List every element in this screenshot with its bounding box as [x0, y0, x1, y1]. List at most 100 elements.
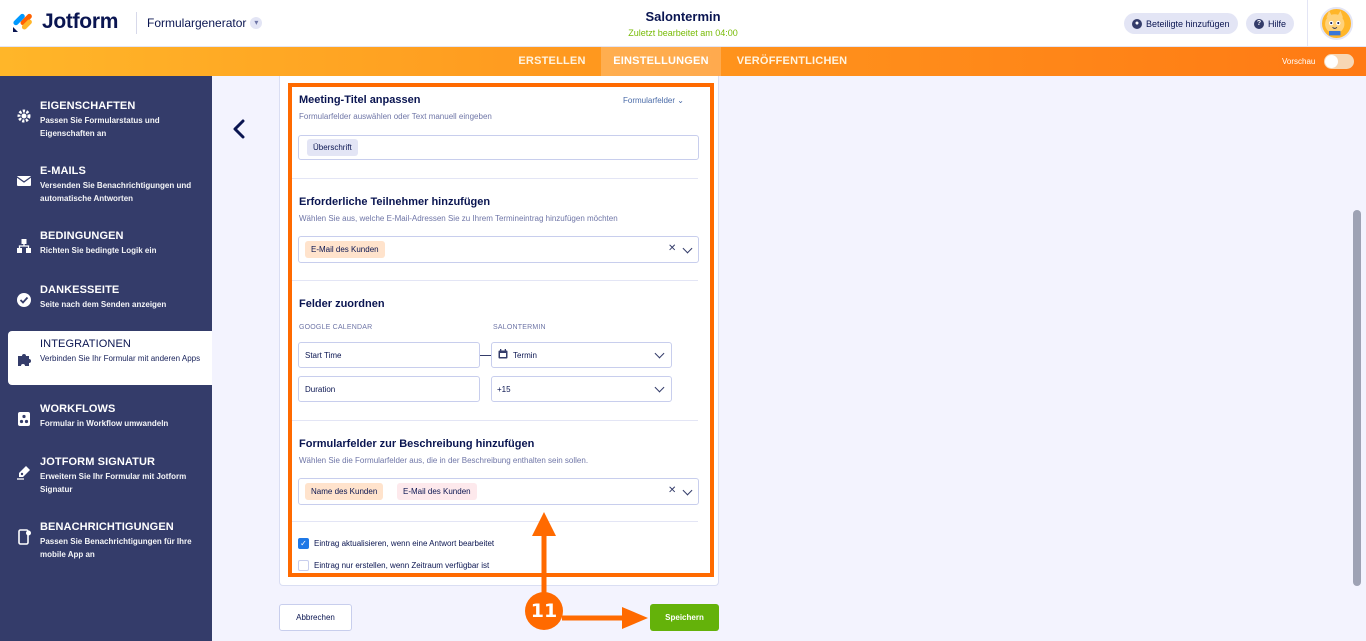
field-chip-customer-email[interactable]: E-Mail des Kunden — [305, 241, 385, 258]
jotform-logo[interactable]: Jotform — [12, 10, 118, 34]
meeting-title-input[interactable] — [298, 135, 699, 160]
settings-sidebar: EIGENSCHAFTEN Passen Sie Formularstatus … — [0, 76, 212, 641]
clear-icon[interactable]: ✕ — [668, 485, 676, 496]
logo-text: Jotform — [42, 10, 119, 33]
invite-collaborators-button[interactable]: ● Beteiligte hinzufügen — [1124, 13, 1238, 34]
user-icon: ● — [1132, 18, 1142, 29]
header-divider-right — [1307, 0, 1308, 47]
description-heading: Formularfelder zur Beschreibung hinzufüg… — [299, 438, 535, 450]
puzzle-icon — [18, 354, 31, 366]
check-circle-icon — [17, 293, 31, 307]
tab-publish[interactable]: VERÖFFENTLICHEN — [727, 47, 857, 76]
sidebar-item-desc: Seite nach dem Senden anzeigen — [40, 300, 167, 309]
section-divider — [291, 521, 698, 522]
form-fields-dropdown[interactable]: Formularfelder ⌄ — [623, 96, 684, 105]
form-field-label: Termin — [513, 351, 538, 360]
sidebar-item-title: EIGENSCHAFTEN — [40, 100, 136, 112]
calendar-field-label: Start Time — [305, 351, 342, 360]
sidebar-item-desc: Verbinden Sie Ihr Formular mit anderen A… — [40, 354, 201, 363]
header-divider — [136, 12, 137, 34]
sidebar-item-notifications[interactable]: BENACHRICHTIGUNGEN Passen Sie Benachrich… — [8, 521, 212, 571]
preview-label: Vorschau — [1282, 57, 1316, 66]
duration-value: +15 — [497, 385, 511, 394]
mapping-connector — [480, 355, 491, 356]
update-entry-label: Eintrag aktualisieren, wenn eine Antwort… — [314, 539, 495, 548]
meeting-title-heading: Meeting-Titel anpassen — [299, 94, 421, 106]
sidebar-item-desc: Versenden Sie Benachrichtigungen und aut… — [40, 181, 192, 203]
last-edited-status: Zuletzt bearbeitet am 04:00 — [628, 28, 738, 38]
update-entry-checkbox[interactable]: ✓ — [298, 538, 309, 549]
only-if-available-checkbox[interactable] — [298, 560, 309, 571]
pen-nib-icon — [17, 466, 30, 480]
app-section-dropdown[interactable]: Formulargenerator ▾ — [147, 16, 263, 30]
tab-settings[interactable]: EINSTELLUNGEN — [601, 47, 721, 76]
attendees-desc: Wählen Sie aus, welche E-Mail-Adressen S… — [299, 214, 618, 223]
arrow-up-icon — [532, 512, 556, 594]
sidebar-item-thank-you[interactable]: DANKESSEITE Seite nach dem Senden anzeig… — [8, 284, 212, 324]
sidebar-item-desc: Passen Sie Formularstatus und Eigenschaf… — [40, 116, 160, 138]
clear-icon[interactable]: ✕ — [668, 243, 676, 254]
section-divider — [291, 178, 698, 179]
sidebar-item-title: WORKFLOWS — [40, 403, 116, 415]
duration-select[interactable] — [491, 376, 672, 402]
sidebar-item-title: BENACHRICHTIGUNGEN — [40, 521, 174, 533]
only-if-available-label: Eintrag nur erstellen, wenn Zeitraum ver… — [314, 561, 490, 570]
step-number-badge: 11 — [525, 592, 563, 630]
field-chip-customer-email[interactable]: E-Mail des Kunden — [397, 483, 477, 500]
sidebar-item-title: INTEGRATIONEN — [40, 338, 131, 350]
toggle-knob — [1325, 55, 1338, 68]
calendar-field-label: Duration — [305, 385, 336, 394]
attendees-heading: Erforderliche Teilnehmer hinzufügen — [299, 196, 491, 208]
sidebar-item-title: JOTFORM SIGNATUR — [40, 456, 156, 468]
envelope-icon — [16, 176, 32, 186]
app-section-label: Formulargenerator — [147, 16, 247, 30]
preview-toggle[interactable] — [1324, 54, 1354, 69]
sidebar-item-desc: Erweitern Sie Ihr Formular mit Jotform S… — [40, 472, 187, 494]
chevron-down-icon: ▾ — [250, 17, 263, 29]
form-title[interactable]: Salontermin — [583, 9, 783, 24]
section-divider — [291, 420, 698, 421]
cancel-button[interactable]: Abbrechen — [279, 604, 352, 631]
mobile-notification-icon — [18, 529, 31, 545]
calendar-icon — [498, 349, 508, 359]
sidebar-item-emails[interactable]: E-MAILS Versenden Sie Benachrichtigungen… — [8, 165, 212, 215]
save-button[interactable]: Speichern — [650, 604, 719, 631]
sidebar-item-integrations[interactable]: INTEGRATIONEN Verbinden Sie Ihr Formular… — [8, 331, 212, 385]
sidebar-item-desc: Richten Sie bedingte Logik ein — [40, 246, 157, 255]
sidebar-item-properties[interactable]: EIGENSCHAFTEN Passen Sie Formularstatus … — [8, 100, 212, 150]
back-arrow-icon[interactable] — [230, 118, 248, 140]
meeting-title-desc: Formularfelder auswählen oder Text manue… — [299, 112, 492, 121]
help-label: Hilfe — [1268, 18, 1287, 29]
form-title-block: Salontermin Zuletzt bearbeitet am 04:00 — [583, 9, 783, 38]
sidebar-item-desc: Formular in Workflow umwandeln — [40, 419, 169, 428]
field-chip-heading[interactable]: Überschrift — [307, 139, 358, 156]
sidebar-item-title: DANKESSEITE — [40, 284, 120, 296]
question-icon: ? — [1254, 18, 1264, 29]
sidebar-item-signature[interactable]: JOTFORM SIGNATUR Erweitern Sie Ihr Formu… — [8, 456, 212, 506]
field-chip-customer-name[interactable]: Name des Kunden — [305, 483, 384, 500]
sidebar-item-title: BEDINGUNGEN — [40, 230, 124, 242]
workflow-icon — [18, 412, 30, 426]
avatar-icon — [1325, 10, 1345, 36]
field-mapping-heading: Felder zuordnen — [299, 298, 385, 310]
mapping-col-form: SALONTERMIN — [493, 324, 546, 331]
scrollbar-thumb[interactable] — [1353, 210, 1361, 586]
section-divider — [291, 280, 698, 281]
sidebar-item-conditions[interactable]: BEDINGUNGEN Richten Sie bedingte Logik e… — [8, 230, 212, 270]
invite-label: Beteiligte hinzufügen — [1146, 18, 1230, 29]
sidebar-item-desc: Passen Sie Benachrichtigungen für Ihre m… — [40, 537, 192, 559]
arrow-right-icon — [562, 607, 648, 629]
mapping-col-google-calendar: GOOGLE CALENDAR — [299, 324, 373, 331]
form-fields-label: Formularfelder — [623, 96, 676, 105]
logic-tree-icon — [17, 239, 31, 253]
sidebar-item-workflows[interactable]: WORKFLOWS Formular in Workflow umwandeln — [8, 403, 212, 443]
gear-icon — [17, 109, 31, 123]
main-nav: ERSTELLEN EINSTELLUNGEN VERÖFFENTLICHEN … — [0, 47, 1366, 76]
description-desc: Wählen Sie die Formularfelder aus, die i… — [299, 456, 589, 465]
sidebar-item-title: E-MAILS — [40, 165, 86, 177]
top-header: Jotform Formulargenerator ▾ Salontermin … — [0, 0, 1366, 47]
jotform-logo-icon — [13, 13, 32, 32]
help-button[interactable]: ? Hilfe — [1246, 13, 1295, 34]
tab-build[interactable]: ERSTELLEN — [507, 47, 597, 76]
avatar[interactable] — [1320, 7, 1353, 40]
